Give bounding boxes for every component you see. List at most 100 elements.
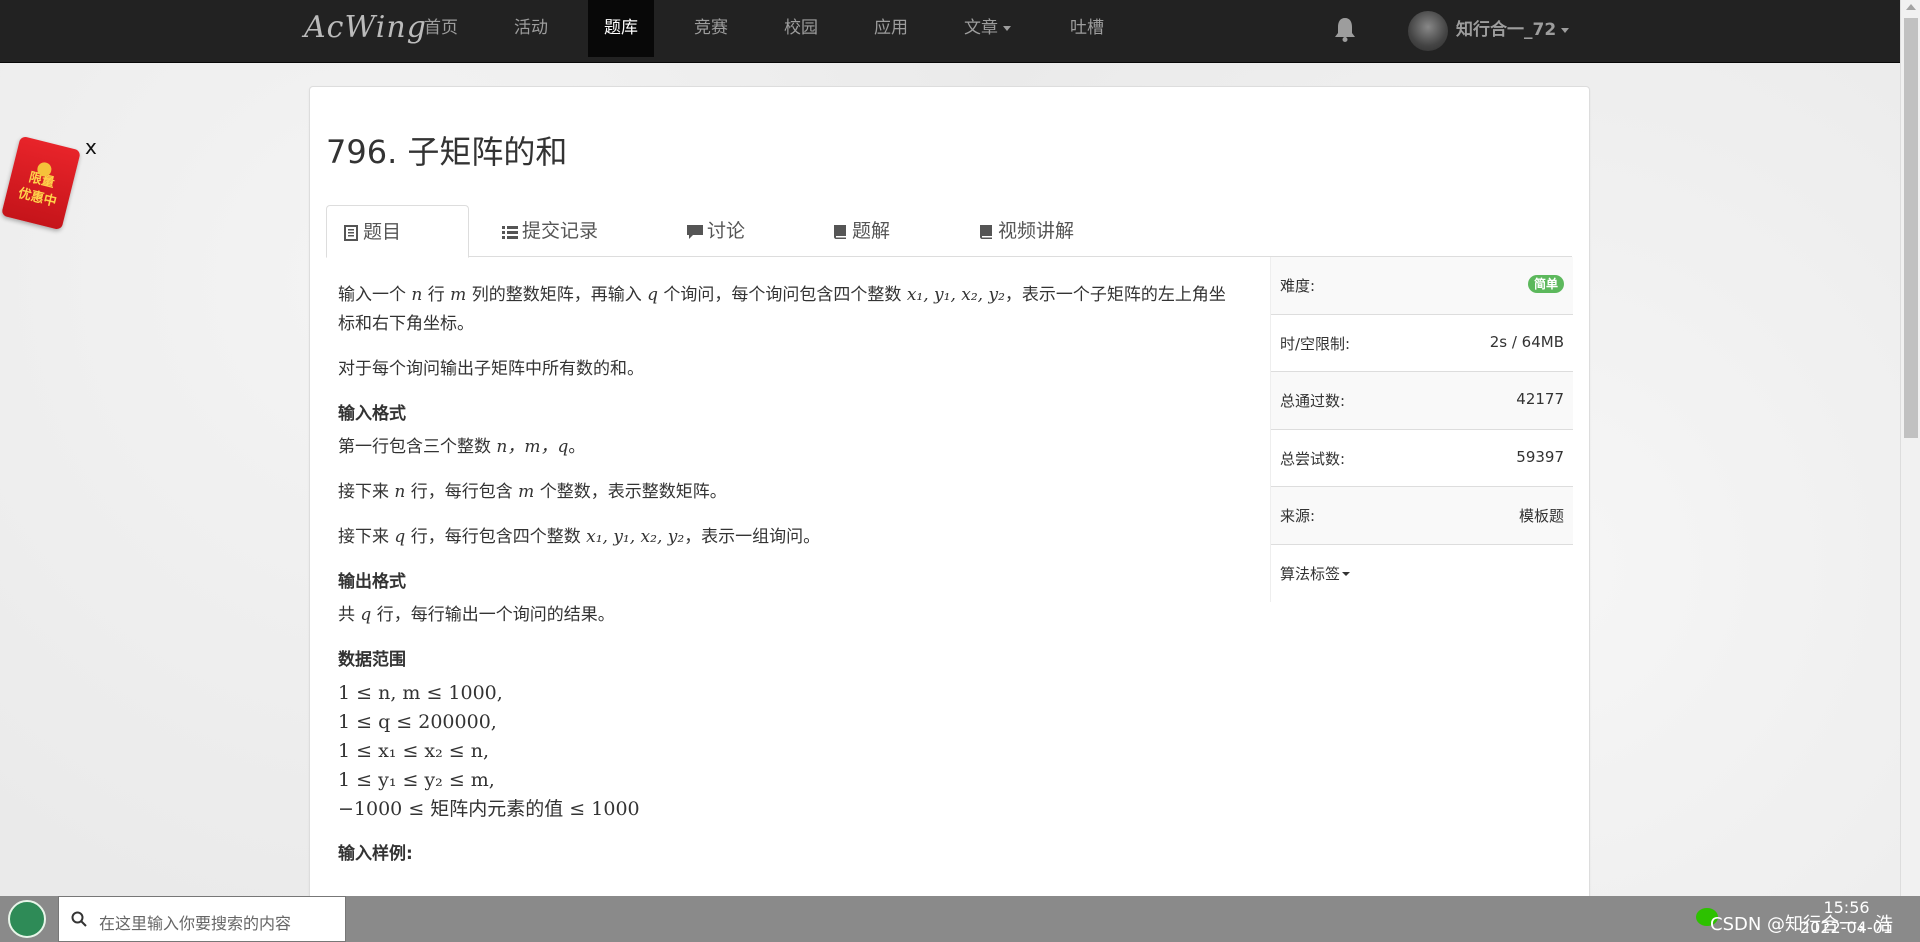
nav-articles[interactable]: 文章: [948, 0, 1027, 57]
limit-label: 时/空限制:: [1280, 334, 1351, 353]
desc-paragraph-2: 对于每个询问输出子矩阵中所有数的和。: [338, 359, 644, 379]
clock-date: 2022-04-01: [1800, 918, 1893, 937]
text: ，表示一组询问。: [684, 527, 821, 547]
problem-panel: 796. 子矩阵的和 题目 提交记录 讨论 题解 视频讲解 输入一个 n 行 m…: [309, 86, 1590, 906]
range-line: 1 ≤ x₁ ≤ x₂ ≤ n,: [338, 740, 490, 762]
math-var: m: [450, 285, 467, 305]
start-button[interactable]: [8, 900, 46, 938]
bell-icon[interactable]: [1334, 16, 1356, 42]
data-range-heading: 数据范围: [338, 650, 406, 670]
range-line: 1 ≤ y₁ ≤ y₂ ≤ m,: [338, 769, 495, 791]
avatar[interactable]: [1408, 11, 1448, 51]
text: 接下来: [338, 482, 395, 502]
tab-video[interactable]: 视频讲解: [962, 205, 1092, 257]
info-row-source: 来源: 模板题: [1271, 487, 1573, 545]
data-range-block: 1 ≤ n, m ≤ 1000, 1 ≤ q ≤ 200000, 1 ≤ x₁ …: [338, 679, 1238, 824]
passed-label: 总通过数:: [1280, 392, 1346, 410]
tab-discussion[interactable]: 讨论: [671, 205, 763, 257]
info-row-passed: 总通过数: 42177: [1271, 372, 1573, 430]
page-scrollbar[interactable]: [1900, 0, 1920, 896]
passed-value: 42177: [1516, 390, 1564, 408]
input-line-1: 第一行包含三个整数 n，m，q。: [338, 433, 1238, 462]
tab-solutions-label: 题解: [852, 220, 891, 242]
list-icon: [502, 226, 518, 239]
input-line-2: 接下来 n 行，每行包含 m 个整数，表示整数矩阵。: [338, 478, 1238, 507]
sample-input-heading: 输入样例:: [338, 844, 413, 864]
nav-contests[interactable]: 竞赛: [678, 0, 744, 57]
source-label: 来源:: [1280, 507, 1316, 525]
math-var: n: [411, 285, 423, 305]
math-var: n: [394, 482, 406, 502]
scroll-thumb[interactable]: [1904, 18, 1918, 438]
output-format-heading: 输出格式: [338, 572, 406, 592]
chevron-down-icon: [1342, 572, 1351, 576]
tab-problem-label: 题目: [363, 221, 402, 243]
text: 接下来: [338, 527, 395, 547]
range-line: 1 ≤ n, m ≤ 1000,: [338, 682, 503, 704]
comment-icon: [687, 225, 703, 239]
text: 个询问，每个询问包含四个整数: [658, 285, 907, 305]
info-row-attempts: 总尝试数: 59397: [1271, 430, 1573, 487]
text: 第一行包含三个整数: [338, 437, 497, 457]
taskbar-search[interactable]: 在这里输入你要搜索的内容: [58, 896, 346, 942]
clock-time: 15:56: [1823, 898, 1870, 917]
attempts-value: 59397: [1516, 447, 1564, 466]
book-icon: [980, 225, 992, 239]
attempts-label: 总尝试数:: [1280, 449, 1346, 468]
search-placeholder: 在这里输入你要搜索的内容: [99, 914, 292, 933]
math-var: q: [360, 605, 372, 625]
text: 个整数，表示整数矩阵。: [534, 482, 727, 502]
difficulty-badge: 简单: [1527, 275, 1564, 293]
document-icon: [344, 225, 358, 241]
tab-submissions-label: 提交记录: [522, 220, 599, 242]
algorithm-tags-toggle[interactable]: 算法标签: [1280, 563, 1351, 584]
taskbar: 在这里输入你要搜索的内容 CSDN @知行合一，浩 15:56 2022-04-…: [0, 896, 1920, 942]
source-value[interactable]: 模板题: [1519, 505, 1564, 526]
text: 行: [422, 285, 451, 305]
tags-label: 算法标签: [1280, 564, 1341, 583]
limit-value: 2s / 64MB: [1489, 332, 1564, 351]
difficulty-label: 难度:: [1280, 277, 1316, 295]
text: 行，每行包含四个整数: [405, 527, 587, 547]
promo-close-button[interactable]: x: [85, 135, 97, 159]
desc-paragraph-1: 输入一个 n 行 m 列的整数矩阵，再输入 q 个询问，每个询问包含四个整数 x…: [338, 281, 1238, 339]
input-line-3: 接下来 q 行，每行包含四个整数 x₁, y₁, x₂, y₂，表示一组询问。: [338, 523, 1238, 552]
tab-submissions[interactable]: 提交记录: [486, 205, 616, 257]
range-line: −1000 ≤ 矩阵内元素的值 ≤ 1000: [338, 798, 640, 820]
nav-problems[interactable]: 题库: [588, 0, 654, 57]
problem-info-table: 难度: 简单 时/空限制: 2s / 64MB 总通过数: 42177 总尝试数…: [1270, 257, 1573, 602]
tab-video-label: 视频讲解: [998, 220, 1075, 242]
math-vars: x₁, y₁, x₂, y₂: [586, 527, 685, 547]
math-var: q: [647, 285, 658, 305]
nav-home[interactable]: 首页: [408, 0, 474, 57]
info-row-difficulty: 难度: 简单: [1271, 257, 1573, 315]
problem-tabs: 题目 提交记录 讨论 题解 视频讲解: [326, 205, 1572, 258]
chevron-down-icon: [1561, 27, 1570, 33]
nav-activities[interactable]: 活动: [498, 0, 564, 57]
nav-campus[interactable]: 校园: [768, 0, 834, 57]
tab-problem[interactable]: 题目: [326, 205, 469, 258]
math-vars: n，m，q: [496, 437, 569, 457]
scroll-up-arrow-icon[interactable]: [1906, 4, 1916, 10]
range-line: 1 ≤ q ≤ 200000,: [338, 711, 497, 733]
text: 列的整数矩阵，再输入: [466, 285, 648, 305]
page-title: 796. 子矩阵的和: [326, 133, 568, 171]
info-row-limit: 时/空限制: 2s / 64MB: [1271, 315, 1573, 372]
info-row-tags: 算法标签: [1271, 545, 1573, 603]
book-icon: [834, 225, 846, 239]
taskbar-clock[interactable]: 15:56 2022-04-01: [1800, 898, 1893, 938]
nav-articles-label: 文章: [964, 18, 998, 38]
username: 知行合一_72: [1456, 20, 1557, 40]
chevron-down-icon: [1003, 25, 1011, 31]
user-menu[interactable]: 知行合一_72: [1456, 0, 1570, 60]
math-var: q: [394, 527, 406, 547]
output-line: 共 q 行，每行输出一个询问的结果。: [338, 601, 1238, 630]
nav-apps[interactable]: 应用: [858, 0, 924, 57]
tab-solutions[interactable]: 题解: [816, 205, 908, 257]
text: 共: [338, 605, 361, 625]
text: 行，每行输出一个询问的结果。: [371, 605, 615, 625]
tab-discussion-label: 讨论: [707, 220, 746, 242]
input-format-heading: 输入格式: [338, 404, 406, 424]
text: 输入一个: [338, 285, 412, 305]
nav-feedback[interactable]: 吐槽: [1054, 0, 1120, 57]
